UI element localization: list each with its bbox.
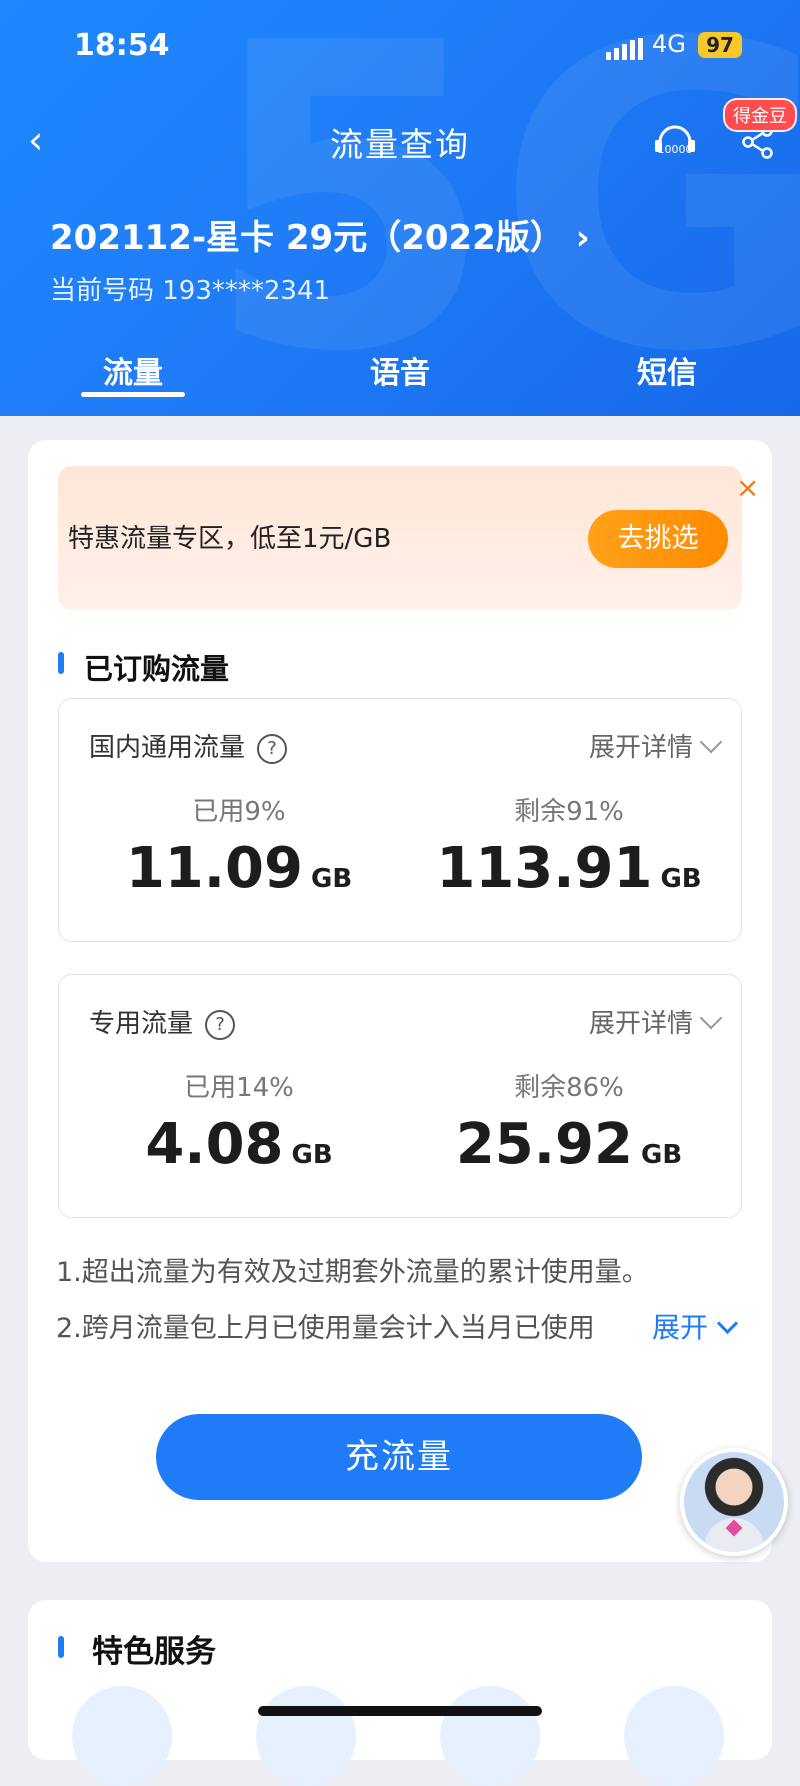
section-marker: [58, 1636, 64, 1658]
note-1: 1.超出流量为有效及过期套外流量的累计使用量。: [56, 1257, 649, 1288]
used-amount: 4.08 GB: [79, 1112, 399, 1177]
unit: GB: [640, 1140, 683, 1170]
special-services-title: 特色服务: [92, 1634, 216, 1670]
status-time: 18:54: [74, 28, 170, 63]
used-value: 4.08: [145, 1112, 284, 1177]
close-icon[interactable]: ×: [736, 474, 759, 502]
service-icon[interactable]: [624, 1686, 724, 1786]
promo-banner: 特惠流量专区，低至1元/GB 去挑选 ×: [58, 466, 759, 610]
notes-expand-label: 展开: [652, 1311, 709, 1344]
current-number: 当前号码 193****2341: [50, 276, 331, 306]
section-title: 已订购流量: [60, 646, 229, 688]
active-tab-indicator: [81, 392, 185, 397]
home-indicator: [258, 1706, 542, 1716]
service-icon[interactable]: [72, 1686, 172, 1786]
unit: GB: [291, 1140, 333, 1170]
gold-bean-badge[interactable]: 得金豆: [723, 98, 797, 132]
service-icon[interactable]: [256, 1686, 356, 1786]
header: 5G 18:54 4G 97 ‹ 流量查询 10000 得金豆 202112-星…: [0, 0, 800, 416]
chevron-down-icon: [699, 1006, 723, 1030]
expand-details-label: 展开详情: [588, 1009, 693, 1039]
chevron-down-icon: [716, 1312, 739, 1335]
signal-icon: [606, 38, 646, 60]
customer-service-icon[interactable]: 10000: [652, 122, 698, 162]
expand-details-button[interactable]: 展开详情: [588, 1003, 723, 1040]
tab-voice[interactable]: 语音: [330, 348, 470, 392]
chevron-right-icon: ›: [575, 218, 590, 258]
assistant-avatar[interactable]: [680, 1448, 788, 1556]
used-percent: 已用14%: [184, 1073, 294, 1103]
battery-icon: 97: [698, 32, 742, 58]
help-icon[interactable]: ?: [257, 733, 288, 764]
used-percent: 已用9%: [192, 797, 286, 827]
remain-percent: 剩余91%: [514, 797, 624, 827]
network-type: 4G: [652, 30, 686, 58]
used-amount: 11.09 GB: [79, 836, 399, 901]
special-services-card: 特色服务: [28, 1600, 772, 1786]
tab-data[interactable]: 流量: [63, 348, 203, 392]
service-label: 10000: [658, 143, 693, 156]
remain-value: 25.92: [455, 1112, 633, 1177]
help-icon[interactable]: ?: [205, 1009, 236, 1040]
unit: GB: [660, 864, 702, 894]
promo-text: 特惠流量专区，低至1元/GB: [68, 524, 392, 554]
section-title-text: 已订购流量: [84, 652, 230, 686]
plan-name-text: 202112-星卡 29元（2022版）: [50, 218, 564, 258]
usage-box-name-text: 专用流量: [89, 1009, 194, 1039]
notes-expand-button[interactable]: 展开: [648, 1306, 739, 1346]
plan-name[interactable]: 202112-星卡 29元（2022版） ›: [50, 210, 590, 259]
top-bar: ‹ 流量查询 10000: [0, 112, 800, 172]
remain-percent: 剩余86%: [514, 1073, 624, 1103]
usage-box-name: 专用流量?: [89, 1003, 236, 1040]
usage-box-general: 国内通用流量? 展开详情 已用9% 11.09 GB 剩余91% 113.91 GB: [58, 698, 742, 942]
usage-box-name-text: 国内通用流量: [89, 733, 246, 763]
expand-details-label: 展开详情: [588, 733, 693, 763]
note-2: 2.跨月流量包上月已使用量会计入当月已使用: [56, 1313, 595, 1344]
usage-box-dedicated: 专用流量? 展开详情 已用14% 4.08 GB 剩余86% 25.92 GB: [58, 974, 742, 1218]
status-bar: 18:54 4G 97: [0, 28, 800, 64]
remain-value: 113.91: [436, 836, 653, 901]
used-column: 已用14% 4.08 GB: [79, 1067, 399, 1177]
chevron-down-icon: [699, 730, 723, 754]
promo-select-button[interactable]: 去挑选: [588, 510, 728, 568]
remain-column: 剩余91% 113.91 GB: [409, 791, 729, 901]
expand-details-button[interactable]: 展开详情: [588, 727, 723, 764]
usage-box-name: 国内通用流量?: [89, 727, 288, 764]
used-value: 11.09: [125, 836, 303, 901]
tab-sms[interactable]: 短信: [597, 348, 737, 392]
service-icon[interactable]: [440, 1686, 540, 1786]
data-card: 特惠流量专区，低至1元/GB 去挑选 × 已订购流量 国内通用流量? 展开详情 …: [28, 440, 772, 1562]
remain-column: 剩余86% 25.92 GB: [409, 1067, 729, 1177]
used-column: 已用9% 11.09 GB: [79, 791, 399, 901]
unit: GB: [310, 864, 353, 894]
remain-amount: 25.92 GB: [409, 1112, 729, 1177]
remain-amount: 113.91 GB: [409, 836, 729, 901]
recharge-data-button[interactable]: 充流量: [156, 1414, 642, 1500]
tab-bar: 流量 语音 短信: [0, 348, 800, 408]
